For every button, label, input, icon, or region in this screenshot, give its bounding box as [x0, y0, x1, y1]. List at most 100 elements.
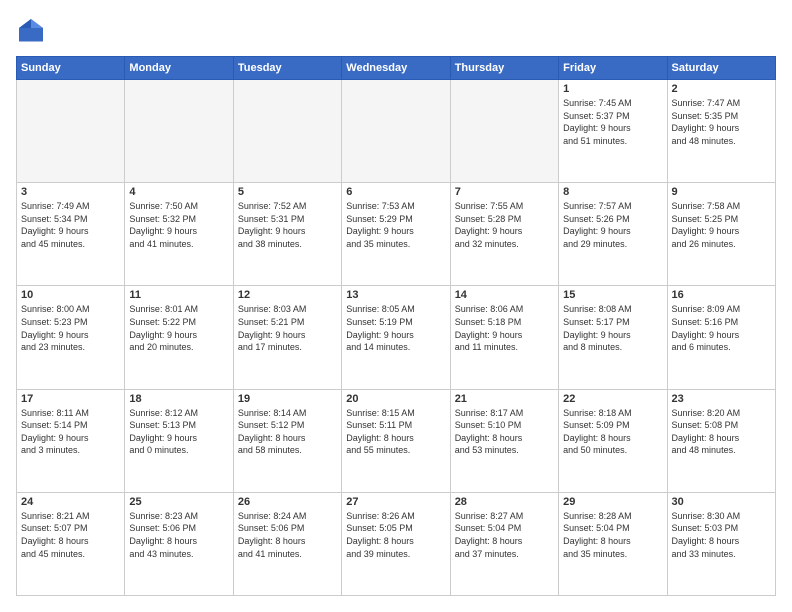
calendar-cell: 29 Sunrise: 8:28 AM Sunset: 5:04 PM Dayli… [559, 492, 667, 595]
day-number: 11 [129, 289, 228, 301]
day-info: Sunrise: 8:26 AM Sunset: 5:05 PM Dayligh… [346, 510, 445, 560]
day-info: Sunrise: 8:00 AM Sunset: 5:23 PM Dayligh… [21, 303, 120, 353]
day-number: 12 [238, 289, 337, 301]
day-info: Sunrise: 8:12 AM Sunset: 5:13 PM Dayligh… [129, 407, 228, 457]
calendar-cell: 13 Sunrise: 8:05 AM Sunset: 5:19 PM Dayli… [342, 286, 450, 389]
page: SundayMondayTuesdayWednesdayThursdayFrid… [0, 0, 792, 612]
day-number: 14 [455, 289, 554, 301]
calendar-cell [450, 80, 558, 183]
day-number: 7 [455, 186, 554, 198]
day-info: Sunrise: 8:27 AM Sunset: 5:04 PM Dayligh… [455, 510, 554, 560]
day-info: Sunrise: 8:30 AM Sunset: 5:03 PM Dayligh… [672, 510, 771, 560]
day-number: 15 [563, 289, 662, 301]
weekday-header-friday: Friday [559, 57, 667, 80]
day-number: 13 [346, 289, 445, 301]
calendar-cell: 1 Sunrise: 7:45 AM Sunset: 5:37 PM Daylig… [559, 80, 667, 183]
day-info: Sunrise: 8:05 AM Sunset: 5:19 PM Dayligh… [346, 303, 445, 353]
calendar-cell: 3Sunrise: 7:49 AM Sunset: 5:34 PM Daylig… [17, 183, 125, 286]
day-info: Sunrise: 7:57 AM Sunset: 5:26 PM Dayligh… [563, 200, 662, 250]
calendar-cell: 14 Sunrise: 8:06 AM Sunset: 5:18 PM Dayli… [450, 286, 558, 389]
day-info: Sunrise: 7:58 AM Sunset: 5:25 PM Dayligh… [672, 200, 771, 250]
day-info: Sunrise: 8:09 AM Sunset: 5:16 PM Dayligh… [672, 303, 771, 353]
calendar-cell: 8 Sunrise: 7:57 AM Sunset: 5:26 PM Daylig… [559, 183, 667, 286]
weekday-header-monday: Monday [125, 57, 233, 80]
calendar-cell: 30 Sunrise: 8:30 AM Sunset: 5:03 PM Dayli… [667, 492, 775, 595]
calendar-cell: 7 Sunrise: 7:55 AM Sunset: 5:28 PM Daylig… [450, 183, 558, 286]
calendar-cell [342, 80, 450, 183]
calendar-cell: 20 Sunrise: 8:15 AM Sunset: 5:11 PM Dayli… [342, 389, 450, 492]
day-info: Sunrise: 8:14 AM Sunset: 5:12 PM Dayligh… [238, 407, 337, 457]
day-number: 23 [672, 393, 771, 405]
day-number: 30 [672, 496, 771, 508]
calendar-cell: 15 Sunrise: 8:08 AM Sunset: 5:17 PM Dayli… [559, 286, 667, 389]
calendar-cell: 5 Sunrise: 7:52 AM Sunset: 5:31 PM Daylig… [233, 183, 341, 286]
calendar-cell: 12 Sunrise: 8:03 AM Sunset: 5:21 PM Dayli… [233, 286, 341, 389]
calendar-cell: 21 Sunrise: 8:17 AM Sunset: 5:10 PM Dayli… [450, 389, 558, 492]
day-info: Sunrise: 8:21 AM Sunset: 5:07 PM Dayligh… [21, 510, 120, 560]
calendar-cell: 17 Sunrise: 8:11 AM Sunset: 5:14 PM Dayli… [17, 389, 125, 492]
week-row-3: 10 Sunrise: 8:00 AM Sunset: 5:23 PM Dayli… [17, 286, 776, 389]
day-number: 25 [129, 496, 228, 508]
day-number: 5 [238, 186, 337, 198]
day-info: Sunrise: 8:18 AM Sunset: 5:09 PM Dayligh… [563, 407, 662, 457]
logo [16, 16, 50, 46]
calendar-cell: 18 Sunrise: 8:12 AM Sunset: 5:13 PM Dayli… [125, 389, 233, 492]
day-info: Sunrise: 8:15 AM Sunset: 5:11 PM Dayligh… [346, 407, 445, 457]
day-info: Sunrise: 7:47 AM Sunset: 5:35 PM Dayligh… [672, 97, 771, 147]
day-number: 28 [455, 496, 554, 508]
day-number: 4 [129, 186, 228, 198]
calendar-cell: 11 Sunrise: 8:01 AM Sunset: 5:22 PM Dayli… [125, 286, 233, 389]
weekday-header-wednesday: Wednesday [342, 57, 450, 80]
day-info: Sunrise: 8:03 AM Sunset: 5:21 PM Dayligh… [238, 303, 337, 353]
day-info: Sunrise: 8:06 AM Sunset: 5:18 PM Dayligh… [455, 303, 554, 353]
day-number: 3 [21, 186, 120, 198]
day-number: 24 [21, 496, 120, 508]
calendar-cell: 24 Sunrise: 8:21 AM Sunset: 5:07 PM Dayli… [17, 492, 125, 595]
day-number: 22 [563, 393, 662, 405]
weekday-header-row: SundayMondayTuesdayWednesdayThursdayFrid… [17, 57, 776, 80]
calendar-cell: 28 Sunrise: 8:27 AM Sunset: 5:04 PM Dayli… [450, 492, 558, 595]
day-number: 1 [563, 83, 662, 95]
calendar-cell: 26 Sunrise: 8:24 AM Sunset: 5:06 PM Dayli… [233, 492, 341, 595]
header [16, 16, 776, 46]
day-number: 16 [672, 289, 771, 301]
day-number: 9 [672, 186, 771, 198]
calendar-cell: 27 Sunrise: 8:26 AM Sunset: 5:05 PM Dayli… [342, 492, 450, 595]
day-info: Sunrise: 8:17 AM Sunset: 5:10 PM Dayligh… [455, 407, 554, 457]
day-info: Sunrise: 7:55 AM Sunset: 5:28 PM Dayligh… [455, 200, 554, 250]
day-number: 26 [238, 496, 337, 508]
day-info: Sunrise: 7:52 AM Sunset: 5:31 PM Dayligh… [238, 200, 337, 250]
day-info: Sunrise: 7:53 AM Sunset: 5:29 PM Dayligh… [346, 200, 445, 250]
day-info: Sunrise: 8:24 AM Sunset: 5:06 PM Dayligh… [238, 510, 337, 560]
calendar-cell: 9 Sunrise: 7:58 AM Sunset: 5:25 PM Daylig… [667, 183, 775, 286]
day-number: 19 [238, 393, 337, 405]
calendar-cell: 2 Sunrise: 7:47 AM Sunset: 5:35 PM Daylig… [667, 80, 775, 183]
day-number: 8 [563, 186, 662, 198]
calendar-cell: 22 Sunrise: 8:18 AM Sunset: 5:09 PM Dayli… [559, 389, 667, 492]
day-info: Sunrise: 7:50 AM Sunset: 5:32 PM Dayligh… [129, 200, 228, 250]
calendar-cell: 6Sunrise: 7:53 AM Sunset: 5:29 PM Daylig… [342, 183, 450, 286]
calendar-cell [125, 80, 233, 183]
day-number: 20 [346, 393, 445, 405]
logo-icon [16, 16, 46, 46]
day-number: 17 [21, 393, 120, 405]
day-number: 18 [129, 393, 228, 405]
calendar-cell [17, 80, 125, 183]
day-number: 29 [563, 496, 662, 508]
day-info: Sunrise: 8:08 AM Sunset: 5:17 PM Dayligh… [563, 303, 662, 353]
day-info: Sunrise: 8:01 AM Sunset: 5:22 PM Dayligh… [129, 303, 228, 353]
day-info: Sunrise: 7:45 AM Sunset: 5:37 PM Dayligh… [563, 97, 662, 147]
day-number: 21 [455, 393, 554, 405]
day-info: Sunrise: 8:28 AM Sunset: 5:04 PM Dayligh… [563, 510, 662, 560]
calendar-cell [233, 80, 341, 183]
day-info: Sunrise: 8:11 AM Sunset: 5:14 PM Dayligh… [21, 407, 120, 457]
day-info: Sunrise: 8:23 AM Sunset: 5:06 PM Dayligh… [129, 510, 228, 560]
day-number: 10 [21, 289, 120, 301]
week-row-2: 3Sunrise: 7:49 AM Sunset: 5:34 PM Daylig… [17, 183, 776, 286]
calendar-table: SundayMondayTuesdayWednesdayThursdayFrid… [16, 56, 776, 596]
week-row-5: 24 Sunrise: 8:21 AM Sunset: 5:07 PM Dayli… [17, 492, 776, 595]
week-row-1: 1 Sunrise: 7:45 AM Sunset: 5:37 PM Daylig… [17, 80, 776, 183]
day-number: 27 [346, 496, 445, 508]
weekday-header-thursday: Thursday [450, 57, 558, 80]
day-number: 2 [672, 83, 771, 95]
